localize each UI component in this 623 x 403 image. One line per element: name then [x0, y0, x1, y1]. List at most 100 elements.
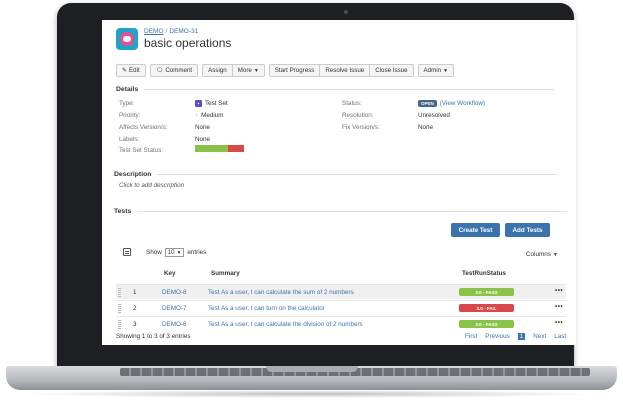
- columns-dropdown[interactable]: Columns ▼: [526, 251, 558, 258]
- row-number: 3: [133, 321, 137, 328]
- add-tests-button[interactable]: Add Tests: [505, 223, 550, 237]
- priority-value: ↑ Medium: [195, 112, 224, 119]
- table-row[interactable]: 3 DEMO-6 Test As a user, I can calculate…: [116, 316, 566, 331]
- project-avatar-icon[interactable]: [116, 28, 138, 50]
- status-value: OPEN (View Workflow): [418, 100, 485, 107]
- labels-label-text: Labels:: [119, 136, 140, 143]
- pager-next[interactable]: Next: [533, 333, 546, 340]
- drag-handle-icon[interactable]: [118, 320, 121, 329]
- status-label-text: Status:: [342, 100, 362, 107]
- row-more-icon[interactable]: •••: [555, 287, 563, 294]
- labels-value: None: [195, 136, 211, 143]
- create-test-button[interactable]: Create Test: [451, 223, 500, 237]
- row-number: 2: [133, 305, 137, 312]
- tests-heading[interactable]: Tests: [114, 208, 568, 215]
- breadcrumb-project-link[interactable]: DEMO: [144, 28, 164, 35]
- row-summary-link[interactable]: Test As a user, I can calculate the divi…: [208, 321, 363, 328]
- tests-table-header: Key Summary TestRunStatus: [116, 270, 566, 280]
- issue-summary-title[interactable]: basic operations: [144, 36, 231, 50]
- row-summary-link[interactable]: Test As a user, I can turn on the calcul…: [208, 305, 325, 312]
- breadcrumb-separator: /: [165, 28, 168, 35]
- view-workflow-link[interactable]: (View Workflow): [440, 100, 485, 107]
- type-label-text: Type:: [119, 100, 135, 107]
- breadcrumb-issue-key-link[interactable]: DEMO-31: [169, 28, 198, 35]
- workflow-group: Start Progress Resolve Issue Close Issue: [268, 64, 414, 77]
- table-row[interactable]: 1 DEMO-8 Test As a user, I can calculate…: [116, 284, 566, 299]
- showing-entries-text: Showing 1 to 3 of 3 entries: [116, 333, 191, 340]
- screen: DEMO / DEMO-31 basic operations ✎ Edit 🗨 Com…: [102, 20, 576, 345]
- edit-button[interactable]: ✎ Edit: [116, 64, 146, 77]
- status-bar-pass-segment: [195, 145, 228, 152]
- issue-header: DEMO / DEMO-31 basic operations: [116, 27, 231, 50]
- resolution-label: Resolution:: [342, 112, 374, 119]
- assign-button[interactable]: Assign: [202, 64, 232, 77]
- row-key-link[interactable]: DEMO-7: [162, 305, 187, 312]
- test-set-status-label: Test Set Status:: [119, 147, 163, 154]
- columns-label: Columns: [526, 251, 551, 258]
- pager-previous[interactable]: Previous: [485, 333, 510, 340]
- admin-button[interactable]: Admin ▼: [417, 64, 455, 77]
- row-summary-link[interactable]: Test As a user, I can calculate the sum …: [208, 289, 354, 296]
- chevron-down-icon: ▼: [176, 249, 182, 256]
- details-heading-label: Details: [116, 86, 139, 93]
- divider: [144, 89, 555, 90]
- more-button-label: More: [237, 67, 252, 74]
- speech-bubble-icon: 🗨: [155, 68, 164, 74]
- resolve-issue-button[interactable]: Resolve Issue: [319, 64, 370, 77]
- row-number: 1: [133, 289, 137, 296]
- fix-version-label: Fix Version/s:: [342, 124, 380, 131]
- row-key-link[interactable]: DEMO-8: [162, 289, 187, 296]
- drag-handle-icon[interactable]: [118, 288, 121, 297]
- entries-select[interactable]: 10 ▼: [164, 248, 185, 257]
- fix-version-value: None: [418, 124, 434, 131]
- start-progress-button[interactable]: Start Progress: [268, 64, 320, 77]
- issue-toolbar: ✎ Edit 🗨 Comment Assign More ▼ Start Progre…: [116, 64, 458, 77]
- entries-select-value: 10: [167, 249, 175, 256]
- details-heading[interactable]: Details: [116, 86, 555, 93]
- laptop-shadow: [20, 390, 603, 398]
- row-status-pill: 3.0 - PASS: [459, 320, 514, 328]
- resolution-label-text: Resolution:: [342, 112, 374, 119]
- priority-label-text: Priority:: [119, 112, 141, 119]
- close-issue-button[interactable]: Close Issue: [369, 64, 414, 77]
- arrow-up-icon: ↑: [195, 112, 199, 119]
- header-key[interactable]: Key: [164, 270, 176, 277]
- admin-button-label: Admin: [423, 67, 442, 74]
- breadcrumb: DEMO / DEMO-31: [144, 27, 231, 36]
- fix-version-label-text: Fix Version/s:: [342, 124, 380, 131]
- pagination: First Previous 1 Next Last: [465, 333, 574, 340]
- assign-more-group: Assign More ▼: [202, 64, 265, 77]
- grid-icon[interactable]: [123, 248, 131, 256]
- more-button[interactable]: More ▼: [231, 64, 265, 77]
- entries-label: entries: [187, 249, 207, 256]
- drag-handle-icon[interactable]: [118, 304, 121, 313]
- status-lozenge: OPEN: [418, 100, 437, 107]
- description-placeholder[interactable]: Click to add description: [119, 182, 184, 189]
- row-key-link[interactable]: DEMO-6: [162, 321, 187, 328]
- table-row[interactable]: 2 DEMO-7 Test As a user, I can turn on t…: [116, 300, 566, 315]
- pager-first[interactable]: First: [465, 333, 477, 340]
- test-set-status-label-text: Test Set Status:: [119, 147, 164, 154]
- row-more-icon[interactable]: •••: [555, 319, 563, 326]
- pager-current-page[interactable]: 1: [517, 333, 526, 340]
- status-bar-fail-segment: [227, 145, 244, 152]
- header-summary[interactable]: Summary: [211, 270, 240, 277]
- webcam: [344, 10, 348, 14]
- entries-control: Show 10 ▼ entries: [146, 248, 206, 257]
- row-status-pill: 3.0 - FAIL: [459, 304, 514, 312]
- header-testrunstatus[interactable]: TestRunStatus: [462, 270, 506, 277]
- affects-label-text: Affects Version/s:: [119, 124, 168, 131]
- row-more-icon[interactable]: •••: [555, 303, 563, 310]
- pager-last[interactable]: Last: [554, 333, 566, 340]
- affects-label: Affects Version/s:: [119, 124, 168, 131]
- priority-value-text: Medium: [201, 112, 224, 119]
- pencil-icon: ✎: [122, 68, 128, 74]
- row-status-pill: 3.0 - PASS: [459, 288, 514, 296]
- show-label: Show: [146, 249, 162, 256]
- resolution-value: Unresolved: [418, 112, 450, 119]
- comment-button-label: Comment: [165, 67, 193, 74]
- description-heading[interactable]: Description: [114, 171, 558, 178]
- comment-button[interactable]: 🗨 Comment: [149, 64, 199, 77]
- tests-heading-label: Tests: [114, 208, 132, 215]
- type-value-text: Test Set: [205, 100, 228, 107]
